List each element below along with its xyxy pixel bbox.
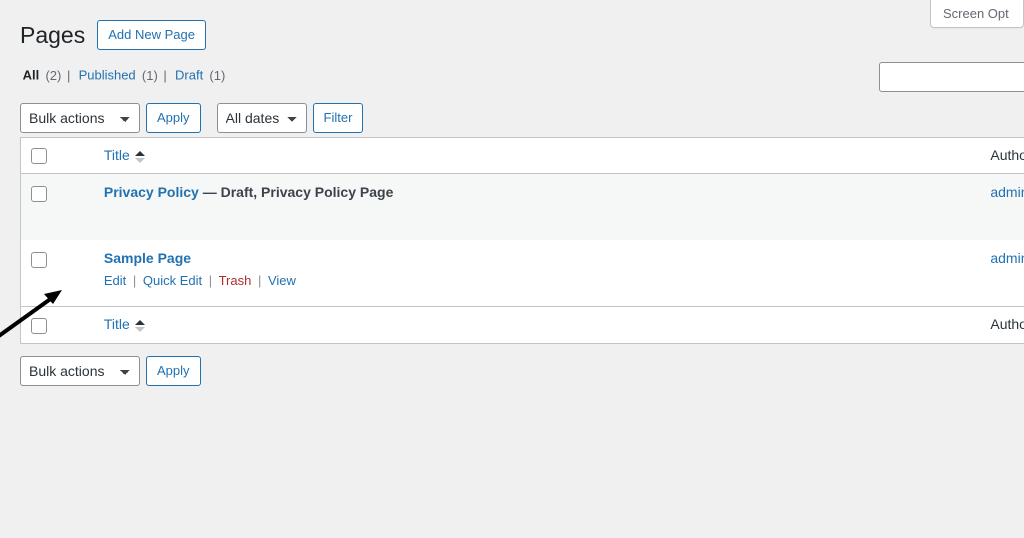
row-action-divider-1: | (132, 273, 137, 289)
header-select-all-cell[interactable] (20, 137, 94, 175)
header-author-label: Author (990, 146, 1024, 163)
author-link-privacy-policy[interactable]: admin (990, 184, 1024, 200)
sort-indicator-icon (134, 150, 145, 164)
page-link-sample-page[interactable]: Sample Page (104, 250, 191, 266)
row-action-trash[interactable]: Trash (219, 273, 252, 288)
sort-title-link-top[interactable]: Title (104, 146, 145, 166)
filter-item-all[interactable]: All (2) | (20, 63, 72, 89)
bulk-actions-bottom: Bulk actionsEditMove to Trash Apply (20, 356, 201, 387)
table-row: Privacy Policy — Draft, Privacy Policy P… (20, 173, 1024, 241)
row-title-cell: Sample Page Edit | Quick Edit | Trash | … (93, 240, 981, 307)
row-actions-sample-page: Edit | Quick Edit | Trash | View (104, 269, 970, 292)
pages-admin-screen: Screen Opt Pages Add New Page All (2) | … (0, 0, 1024, 538)
row-author-cell: admin (980, 173, 1024, 241)
filter-link-all[interactable]: All (20, 65, 42, 85)
row-checkbox-sample-page[interactable] (31, 251, 47, 268)
date-filter-actions: All dates Filter (216, 102, 364, 133)
row-title-cell: Privacy Policy — Draft, Privacy Policy P… (93, 173, 981, 241)
screen-options-tab[interactable]: Screen Opt (930, 0, 1024, 28)
apply-button-top[interactable]: Apply (146, 102, 201, 133)
footer-title-cell[interactable]: Title (93, 306, 981, 344)
header-title-label: Title (103, 146, 130, 163)
bulk-actions-top: Bulk actionsEditMove to Trash Apply (20, 102, 201, 133)
date-filter-select[interactable]: All dates (216, 102, 307, 133)
footer-author-label: Author (990, 316, 1024, 333)
page-title: Pages (20, 22, 86, 48)
filter-separator-1: | (66, 67, 71, 83)
post-state-privacy-policy: — Draft, Privacy Policy Page (202, 184, 394, 201)
page-header: Pages Add New Page (20, 0, 1024, 55)
filter-count-draft: (1) (209, 67, 226, 83)
table-head: Title Author (20, 137, 1024, 175)
footer-select-all-cell[interactable] (20, 306, 94, 344)
table-body: Privacy Policy — Draft, Privacy Policy P… (20, 173, 1024, 307)
table-row: Sample Page Edit | Quick Edit | Trash | … (20, 240, 1024, 307)
footer-author-cell: Author (980, 306, 1024, 344)
sort-title-link-bottom[interactable]: Title (104, 315, 145, 335)
row-action-view[interactable]: View (268, 273, 296, 288)
table-header-row: Title Author (20, 137, 1024, 175)
filter-separator-2: | (163, 67, 167, 83)
filter-count-published: (1) (141, 67, 158, 83)
select-all-checkbox-bottom[interactable] (31, 317, 47, 334)
table-foot: Title Author (20, 306, 1024, 344)
row-action-divider-3: | (257, 273, 262, 289)
bulk-actions-select-bottom[interactable]: Bulk actionsEditMove to Trash (20, 356, 140, 387)
bulk-actions-select-top[interactable]: Bulk actionsEditMove to Trash (20, 102, 140, 133)
row-checkbox-privacy-policy[interactable] (31, 185, 47, 202)
row-checkbox-cell[interactable] (20, 240, 94, 307)
header-author-cell: Author (980, 137, 1024, 175)
header-title-cell[interactable]: Title (93, 137, 981, 175)
filter-button[interactable]: Filter (312, 102, 364, 133)
tablenav-bottom: Bulk actionsEditMove to Trash Apply (20, 354, 1024, 387)
row-action-quick-edit[interactable]: Quick Edit (143, 273, 202, 288)
table-footer-row: Title Author (20, 306, 1024, 344)
row-checkbox-cell[interactable] (20, 173, 94, 241)
row-action-divider-2: | (208, 273, 213, 289)
filter-count-all: (2) (45, 67, 62, 83)
page-link-privacy-policy[interactable]: Privacy Policy (104, 184, 199, 200)
filter-item-published[interactable]: Published (1) | (76, 63, 169, 89)
status-filter-links: All (2) | Published (1) | Draft (1) (20, 63, 1024, 89)
screen-meta-links: Screen Opt (930, 0, 1024, 28)
search-input[interactable] (879, 62, 1024, 92)
author-link-sample-page[interactable]: admin (990, 250, 1024, 266)
pages-table-scroll: Title Author (20, 136, 1024, 345)
sort-indicator-icon (134, 319, 145, 333)
apply-button-bottom[interactable]: Apply (146, 356, 201, 387)
filter-link-published[interactable]: Published (76, 65, 138, 85)
search-box (879, 62, 1024, 92)
select-all-checkbox-top[interactable] (31, 148, 47, 165)
row-action-edit[interactable]: Edit (104, 273, 126, 288)
footer-title-label: Title (103, 316, 130, 333)
filter-link-draft[interactable]: Draft (172, 65, 205, 85)
tablenav-top: Bulk actionsEditMove to Trash Apply All … (20, 101, 1024, 133)
pages-table: Title Author (20, 136, 1024, 345)
add-new-page-button[interactable]: Add New Page (97, 20, 206, 51)
row-author-cell: admin (980, 240, 1024, 307)
filter-item-draft[interactable]: Draft (1) (172, 63, 225, 89)
